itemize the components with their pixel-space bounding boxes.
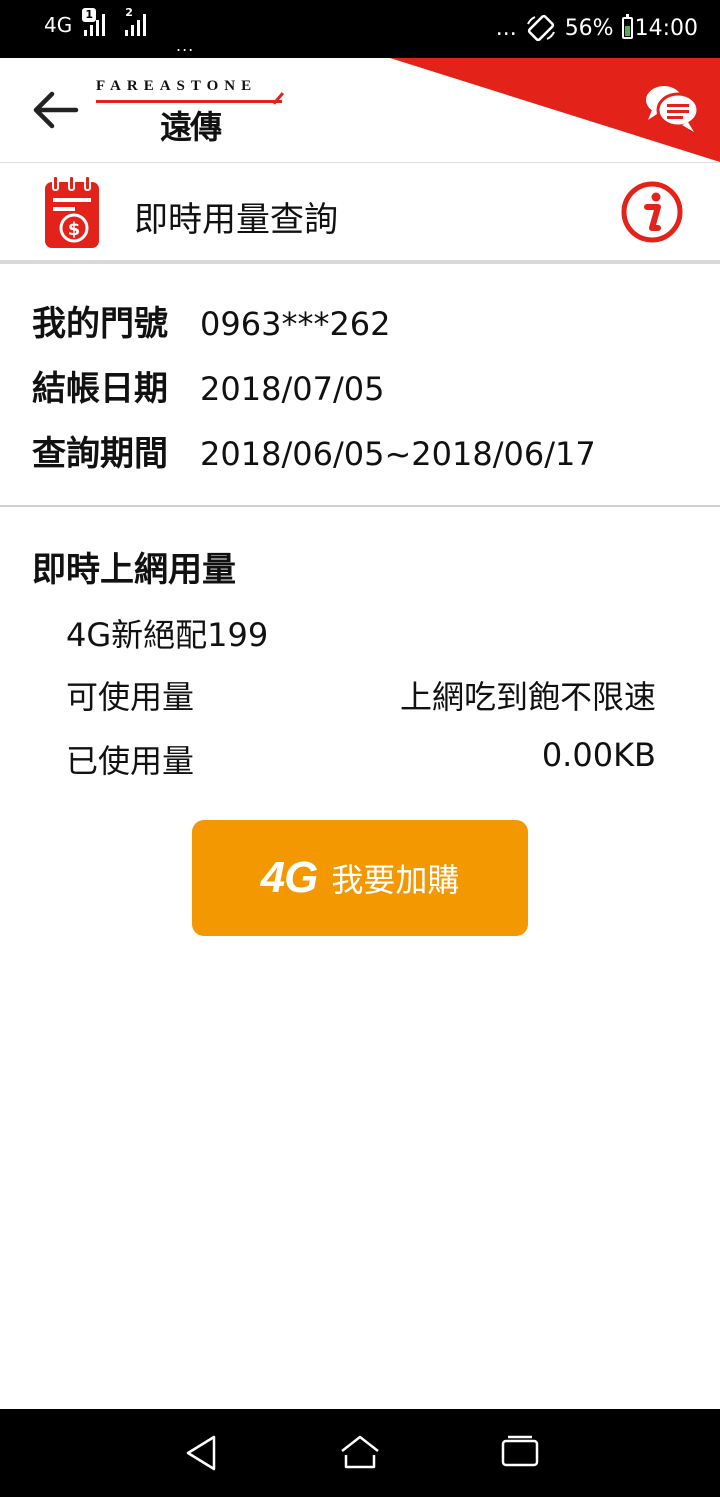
logo-english: FAREASTONE: [96, 78, 258, 94]
billing-date-value: 2018/07/05: [200, 370, 385, 408]
clock: 14:00: [634, 15, 698, 41]
used-usage-row: 已使用量 0.00KB: [66, 736, 656, 782]
status-right: ... 56% 14:00: [496, 14, 698, 42]
usage-section-title: 即時上網用量: [32, 550, 236, 590]
page-title: 即時用量查詢: [134, 200, 338, 240]
fareastone-logo: FAREASTONE 遠傳: [96, 78, 282, 148]
nav-recents-button[interactable]: [498, 1431, 542, 1475]
nav-back-icon: [186, 1435, 216, 1471]
sim1-badge: 1: [82, 8, 97, 22]
logo-chinese: 遠傳: [160, 108, 222, 146]
info-row-billing-date: 結帳日期 2018/07/05: [32, 361, 596, 426]
battery-percent: 56%: [564, 15, 614, 41]
plan-name: 4G新絕配199: [66, 616, 269, 654]
svg-text:$: $: [68, 219, 81, 240]
billing-date-label: 結帳日期: [32, 369, 168, 409]
info-row-query-period: 查詢期間 2018/06/05~2018/06/17: [32, 426, 596, 491]
battery-icon: [621, 14, 633, 39]
back-arrow-icon: [33, 91, 79, 129]
section-divider: [0, 505, 720, 507]
account-info: 我的門號 0963***262 結帳日期 2018/07/05 查詢期間 201…: [32, 296, 596, 491]
chat-button[interactable]: [642, 80, 702, 136]
info-icon: [621, 181, 683, 243]
phone-label: 我的門號: [32, 304, 168, 344]
4g-badge: 4G: [260, 853, 319, 902]
page-title-bar: $ 即時用量查詢: [0, 162, 720, 264]
signal-sim2-icon: 2: [125, 6, 147, 36]
available-usage-row: 可使用量 上網吃到飽不限速: [66, 672, 656, 718]
info-row-phone: 我的門號 0963***262: [32, 296, 596, 361]
nav-home-button[interactable]: [338, 1431, 382, 1475]
chat-bubble-icon: [646, 86, 700, 132]
bill-dollar-icon: $: [45, 175, 99, 248]
purchase-label: 我要加購: [331, 861, 460, 899]
back-button[interactable]: [28, 86, 80, 134]
available-value: 上網吃到飽不限速: [399, 678, 656, 716]
query-period-label: 查詢期間: [32, 434, 168, 474]
notification-overflow: ...: [176, 36, 195, 55]
status-bar: 4G 1 2 ... ... 56% 14:00: [0, 0, 720, 58]
query-period-value: 2018/06/05~2018/06/17: [200, 435, 596, 473]
used-value: 0.00KB: [541, 736, 656, 774]
signal-sim1-icon: 1: [82, 8, 106, 36]
purchase-addon-button[interactable]: 4G 我要加購: [192, 820, 528, 936]
nav-home-icon: [341, 1435, 379, 1469]
system-nav-bar: [0, 1409, 720, 1497]
info-button[interactable]: [620, 180, 684, 244]
rotate-icon: [526, 14, 555, 42]
network-type: 4G: [44, 13, 73, 37]
phone-value: 0963***262: [200, 305, 391, 343]
app-header: FAREASTONE 遠傳: [0, 58, 720, 163]
available-label: 可使用量: [66, 678, 195, 716]
sim2-badge: 2: [125, 6, 133, 19]
status-left: 4G 1 2: [44, 6, 147, 37]
used-label: 已使用量: [66, 742, 195, 780]
nav-recents-icon: [501, 1435, 539, 1467]
nav-back-button[interactable]: [180, 1431, 224, 1475]
status-overflow: ...: [495, 15, 517, 41]
